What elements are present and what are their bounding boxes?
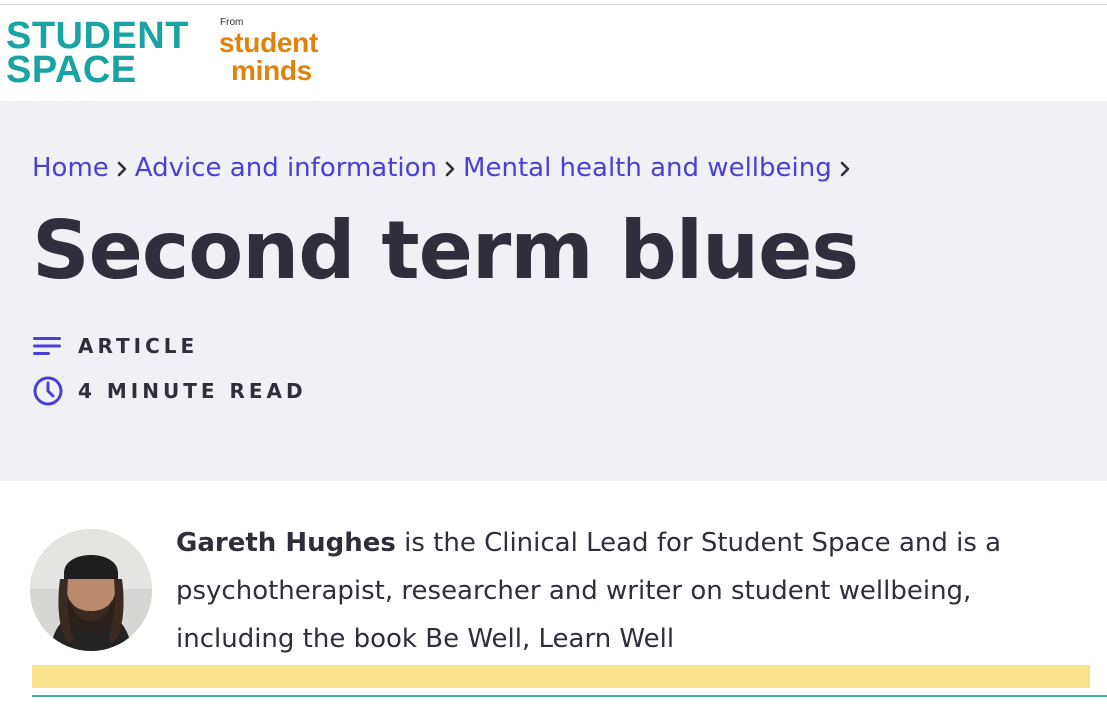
partner-line2: minds [231, 55, 312, 86]
author-name: Gareth Hughes [176, 528, 396, 558]
chevron-right-icon [832, 156, 858, 181]
page-title: Second term blues [32, 204, 859, 297]
content-type-label: ARTICLE [78, 334, 199, 358]
hero-section: Home Advice and information Mental healt… [0, 101, 1107, 481]
breadcrumb-advice[interactable]: Advice and information [135, 153, 437, 183]
author-avatar [30, 529, 152, 651]
breadcrumb: Home Advice and information Mental healt… [32, 153, 858, 183]
logo-line1: STUDENT [6, 15, 189, 57]
chevron-right-icon [437, 156, 463, 181]
partner-line1: student [219, 27, 319, 58]
logo-line2: SPACE [6, 49, 137, 91]
read-time-row: 4 MINUTE READ [32, 374, 307, 408]
lines-icon [32, 329, 66, 363]
breadcrumb-home[interactable]: Home [32, 153, 109, 183]
site-header: STUDENT SPACE From student minds [0, 5, 1107, 101]
section-divider [32, 695, 1107, 697]
student-minds-logo[interactable]: student minds [219, 29, 318, 85]
clock-icon [32, 374, 66, 408]
read-time-label: 4 MINUTE READ [78, 379, 307, 403]
student-space-logo[interactable]: STUDENT SPACE [6, 15, 189, 91]
author-section: Gareth Hughes is the Clinical Lead for S… [0, 481, 1107, 719]
content-type-row: ARTICLE [32, 329, 198, 363]
chevron-right-icon [109, 156, 135, 181]
breadcrumb-mental-health[interactable]: Mental health and wellbeing [463, 153, 832, 183]
highlight-bar [32, 665, 1090, 688]
author-bio: Gareth Hughes is the Clinical Lead for S… [176, 519, 1076, 663]
